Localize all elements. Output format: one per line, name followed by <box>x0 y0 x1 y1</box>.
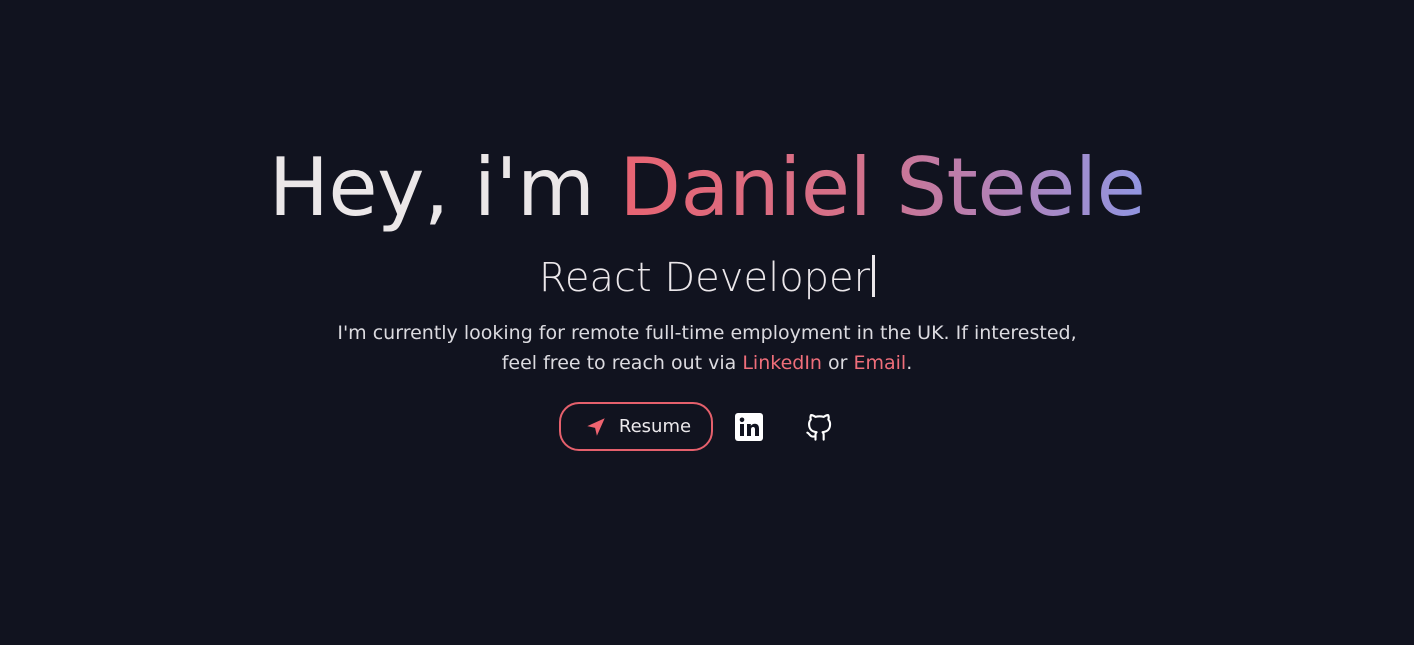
typing-cursor <box>872 255 876 297</box>
intro-connector: or <box>821 352 854 374</box>
action-row: Resume <box>559 402 833 451</box>
resume-button-label: Resume <box>618 416 692 437</box>
github-icon-link[interactable] <box>805 413 833 441</box>
hero-section: Hey, i'm Daniel Steele React Developer I… <box>0 0 1414 645</box>
name-text: Daniel Steele <box>619 141 1146 234</box>
resume-button[interactable]: Resume <box>559 402 713 451</box>
github-icon <box>805 413 833 443</box>
greeting-text: Hey, i'm <box>268 141 620 234</box>
intro-line-1: I'm currently looking for remote full-ti… <box>337 322 1077 344</box>
intro-line-2: feel free to reach out via LinkedIn or E… <box>0 348 1414 378</box>
linkedin-text-link[interactable]: LinkedIn <box>742 352 822 374</box>
intro-end: . <box>906 352 913 374</box>
role-subtitle: React Developer <box>0 252 1414 304</box>
hero-headline: Hey, i'm Daniel Steele <box>0 140 1414 236</box>
role-text: React Developer <box>538 255 871 301</box>
linkedin-icon <box>735 412 763 441</box>
email-text-link[interactable]: Email <box>854 352 907 374</box>
linkedin-icon-link[interactable] <box>735 412 763 441</box>
intro-line-2-prefix: feel free to reach out via <box>501 352 743 374</box>
intro-paragraph: I'm currently looking for remote full-ti… <box>0 318 1414 378</box>
send-icon <box>585 416 607 438</box>
